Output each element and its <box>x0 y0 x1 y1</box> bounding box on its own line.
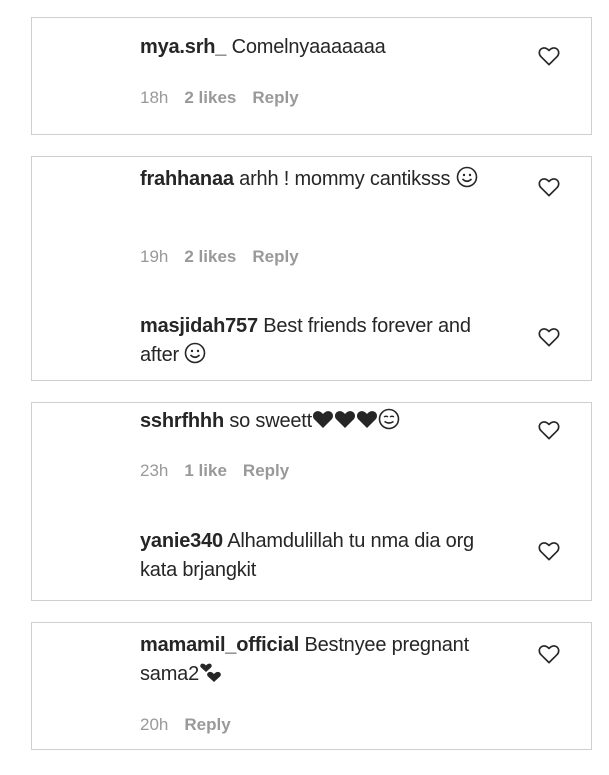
comment-username[interactable]: frahhanaa <box>140 168 234 190</box>
comment-time: 18h <box>140 88 169 107</box>
comment-card: frahhanaa arhh ! mommy cantiksss 19h 2 li… <box>31 156 592 381</box>
comment: masjidah757 Best friends forever and aft… <box>140 312 510 373</box>
comment-time: 19h <box>140 247 169 266</box>
heart-outline-icon[interactable] <box>538 420 560 440</box>
comment-card: sshrfhhh so sweett 23h 1 like Reply yanie3… <box>31 402 592 601</box>
comment-likes[interactable]: 2 likes <box>184 88 236 107</box>
comment-text: yanie340 Alhamdulillah tu nma dia org ka… <box>140 527 510 585</box>
comment: mya.srh_ Comelnyaaaaaaa <box>140 33 510 62</box>
comment-card: mya.srh_ Comelnyaaaaaaa 18h 2 likes Reply <box>31 17 592 135</box>
comment-text: frahhanaa arhh ! mommy cantiksss <box>140 165 510 197</box>
comment: mamamil_official Bestnyee pregnant sama2 <box>140 631 510 692</box>
comment-text: mya.srh_ Comelnyaaaaaaa <box>140 33 510 62</box>
comment-time: 23h <box>140 461 169 480</box>
reply-button[interactable]: Reply <box>243 461 289 480</box>
comment-body: arhh ! mommy cantiksss <box>239 168 451 190</box>
comment-likes[interactable]: 2 likes <box>184 247 236 266</box>
comment: sshrfhhh so sweett <box>140 407 510 439</box>
reply-button[interactable]: Reply <box>252 247 298 266</box>
heart-outline-icon[interactable] <box>538 177 560 197</box>
comment: yanie340 Alhamdulillah tu nma dia org ka… <box>140 527 510 585</box>
comment-likes[interactable]: 1 like <box>184 461 227 480</box>
comment-body: so sweett <box>229 410 313 432</box>
heart-outline-icon[interactable] <box>538 541 560 561</box>
comment-time: 20h <box>140 715 169 734</box>
winking-face-emoji <box>378 408 400 439</box>
comment-meta: 18h 2 likes Reply <box>140 88 315 108</box>
black-heart-emoji <box>312 410 378 439</box>
smiling-face-emoji <box>184 342 206 373</box>
comment-username[interactable]: masjidah757 <box>140 315 258 337</box>
comment-meta: 20h Reply <box>140 715 247 735</box>
comment-text: masjidah757 Best friends forever and aft… <box>140 312 510 373</box>
comment-username[interactable]: mya.srh_ <box>140 36 226 58</box>
comment-meta: 23h 1 like Reply <box>140 461 305 481</box>
reply-button[interactable]: Reply <box>184 715 230 734</box>
comment: frahhanaa arhh ! mommy cantiksss <box>140 165 510 197</box>
heart-outline-icon[interactable] <box>538 327 560 347</box>
revolving-hearts-emoji <box>199 663 223 692</box>
smiling-face-emoji <box>456 166 478 197</box>
reply-button[interactable]: Reply <box>252 88 298 107</box>
comment-text: sshrfhhh so sweett <box>140 407 510 439</box>
heart-outline-icon[interactable] <box>538 644 560 664</box>
comment-meta: 19h 2 likes Reply <box>140 247 315 267</box>
comment-username[interactable]: yanie340 <box>140 530 223 552</box>
comment-text: mamamil_official Bestnyee pregnant sama2 <box>140 631 510 692</box>
comment-username[interactable]: mamamil_official <box>140 634 299 656</box>
comment-card: mamamil_official Bestnyee pregnant sama2… <box>31 622 592 750</box>
comment-body: Comelnyaaaaaaa <box>231 36 386 58</box>
heart-outline-icon[interactable] <box>538 46 560 66</box>
comment-username[interactable]: sshrfhhh <box>140 410 224 432</box>
